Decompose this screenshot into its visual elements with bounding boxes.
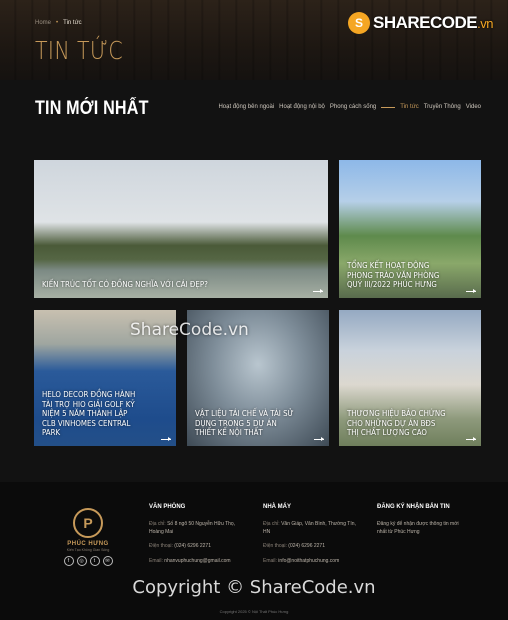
breadcrumb: Home • Tin tức — [35, 20, 82, 26]
watermark-copyright: Copyright © ShareCode.vn — [132, 577, 376, 598]
footer-office: VĂN PHÒNG Địa chỉ: Số 8 ngõ 50 Nguyễn Hữ… — [149, 503, 249, 572]
breadcrumb-home[interactable]: Home — [35, 20, 51, 26]
phone-label: Điện thoại: — [149, 543, 173, 549]
address-label: Địa chỉ: — [263, 521, 280, 527]
footer-factory: NHÀ MÁY Địa chỉ: Văn Giáp, Văn Bình, Thư… — [263, 503, 363, 572]
article-card[interactable]: TỔNG KẾT HOẠT ĐỘNG PHONG TRÀO VĂN PHÒNG … — [339, 160, 481, 298]
tab-hoat-dong-ben-ngoai[interactable]: Hoạt động bên ngoài — [218, 104, 274, 110]
tab-tin-tuc[interactable]: Tin tức — [400, 104, 418, 110]
logo-mark: S — [348, 12, 370, 34]
category-tabs: Hoạt động bên ngoài Hoạt động nội bộ Pho… — [218, 104, 481, 110]
phone-label: Điện thoại: — [263, 543, 287, 549]
arrow-right-icon — [313, 289, 323, 293]
active-tab-indicator — [381, 106, 396, 108]
factory-email[interactable]: info@noithatphuchung.com — [278, 558, 339, 564]
tab-phong-cach-song[interactable]: Phong cách sống — [330, 104, 376, 110]
tab-video[interactable]: Video — [466, 104, 481, 110]
factory-heading: NHÀ MÁY — [263, 504, 291, 510]
logo-name: SHARECODE — [373, 13, 478, 32]
article-title: TỔNG KẾT HOẠT ĐỘNG PHONG TRÀO VĂN PHÒNG … — [347, 261, 440, 290]
article-card[interactable]: KIẾN TRÚC TỐT CÓ ĐỒNG NGHĨA VỚI CÁI ĐẸP? — [34, 160, 328, 298]
logo-text: SHARECODE.vn — [373, 13, 493, 33]
office-phone[interactable]: (024) 6296 2271 — [174, 543, 211, 549]
breadcrumb-current: Tin tức — [63, 20, 82, 26]
article-title: HELO DECOR ĐỒNG HÀNH TÀI TRỢ HIO GIẢI GO… — [42, 390, 136, 438]
footer-newsletter: ĐĂNG KÝ NHẬN BẢN TIN Đăng ký để nhận đượ… — [377, 503, 469, 543]
section-title: TIN MỚI NHẤT — [35, 98, 149, 119]
factory-phone[interactable]: (024) 6296 2271 — [288, 543, 325, 549]
brand-tagline: Kiến Tạo Không Gian Sống — [66, 548, 110, 552]
office-heading: VĂN PHÒNG — [149, 504, 186, 510]
footer-brand: P PHÚC HƯNG Kiến Tạo Không Gian Sống f ◎… — [58, 508, 118, 566]
email-icon[interactable]: ✉ — [102, 556, 113, 566]
arrow-right-icon — [466, 437, 476, 441]
watermark-text: ShareCode.vn — [130, 320, 249, 340]
arrow-right-icon — [161, 437, 171, 441]
brand-emblem-icon: P — [73, 508, 103, 538]
tab-truyen-thong[interactable]: Truyền Thông — [424, 104, 461, 110]
arrow-right-icon — [466, 289, 476, 293]
email-label: Email: — [149, 557, 163, 564]
address-label: Địa chỉ: — [149, 521, 166, 527]
sharecode-logo: S SHARECODE.vn — [348, 12, 493, 34]
twitter-icon[interactable]: t — [89, 556, 100, 566]
breadcrumb-separator: • — [56, 20, 59, 26]
article-title: THƯƠNG HIỆU BẢO CHỨNG CHO NHỮNG DỰ ÁN BĐ… — [347, 409, 446, 438]
brand-name: PHÚC HƯNG — [67, 541, 109, 547]
logo-suffix: .vn — [477, 16, 493, 31]
tab-hoat-dong-noi-bo[interactable]: Hoạt động nội bộ — [279, 104, 325, 110]
instagram-icon[interactable]: ◎ — [76, 556, 87, 566]
social-links: f ◎ t ✉ — [58, 556, 118, 566]
article-title: KIẾN TRÚC TỐT CÓ ĐỒNG NGHĨA VỚI CÁI ĐẸP? — [42, 280, 208, 290]
newsletter-heading: ĐĂNG KÝ NHẬN BẢN TIN — [377, 504, 450, 510]
newsletter-text: Đăng ký để nhận được thông tin mới nhất … — [377, 521, 459, 535]
arrow-right-icon — [314, 437, 324, 441]
article-card[interactable]: THƯƠNG HIỆU BẢO CHỨNG CHO NHỮNG DỰ ÁN BĐ… — [339, 310, 481, 446]
copyright-text: Copyright 2025 © Nội Thất Phúc Hưng — [219, 609, 289, 614]
article-title: VẬT LIỆU TÁI CHẾ VÀ TÁI SỬ DỤNG TRONG 5 … — [195, 409, 294, 438]
page-title: TIN TỨC — [35, 36, 124, 65]
facebook-icon[interactable]: f — [63, 556, 74, 566]
email-label: Email: — [263, 557, 277, 564]
office-email[interactable]: nhanvuphuchung@gmail.com — [164, 558, 230, 564]
